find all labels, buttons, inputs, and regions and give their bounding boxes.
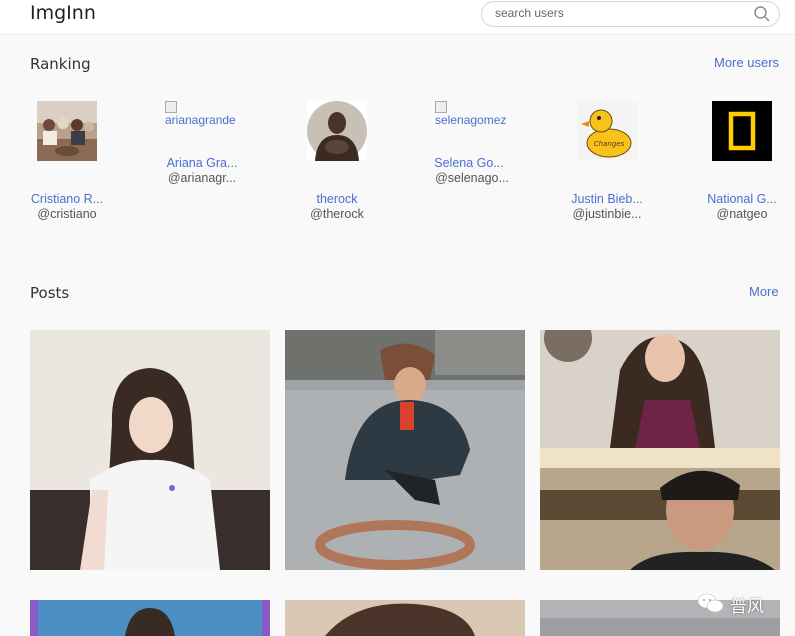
avatar-alt-text: selenagomez	[435, 113, 507, 127]
broken-image-icon	[435, 101, 447, 113]
avatar-natgeo[interactable]	[712, 101, 772, 161]
avatar-ariana-broken[interactable]: arianagrande	[165, 101, 241, 131]
post-thumbnail[interactable]	[285, 600, 525, 636]
broken-image-icon	[165, 101, 177, 113]
search-icon[interactable]	[753, 5, 771, 23]
user-handle-selena: @selenago...	[435, 171, 509, 185]
user-name-cristiano[interactable]: Cristiano R...	[7, 192, 127, 206]
avatar-cristiano[interactable]	[37, 101, 97, 161]
more-posts-link[interactable]: More	[749, 284, 779, 299]
search-input[interactable]	[495, 6, 745, 20]
top-header: ImgInn	[0, 0, 795, 35]
user-name-ariana[interactable]: Ariana Gra...	[142, 156, 262, 170]
site-logo[interactable]: ImgInn	[30, 2, 96, 24]
user-handle-cristiano: @cristiano	[37, 207, 97, 221]
user-name-natgeo[interactable]: National G...	[682, 192, 795, 206]
post-thumbnail[interactable]	[540, 330, 780, 570]
user-handle-justinbieber: @justinbie...	[572, 207, 642, 221]
posts-title: Posts	[30, 284, 70, 302]
user-handle-therock: @therock	[310, 207, 364, 221]
user-name-selena[interactable]: Selena Go...	[409, 156, 529, 170]
post-thumbnail[interactable]	[285, 330, 525, 570]
avatar-therock[interactable]	[307, 101, 367, 161]
ranking-title: Ranking	[30, 55, 91, 73]
post-thumbnail[interactable]	[30, 600, 270, 636]
search-box[interactable]	[481, 1, 780, 27]
wechat-icon	[697, 593, 724, 613]
user-name-therock[interactable]: therock	[277, 192, 397, 206]
svg-text:Changes: Changes	[594, 140, 625, 148]
watermark: 普风	[696, 592, 786, 617]
watermark-text: 普风	[730, 597, 764, 617]
user-handle-natgeo: @natgeo	[716, 207, 768, 221]
avatar-alt-text: arianagrande	[165, 113, 236, 127]
more-users-link[interactable]: More users	[714, 55, 779, 70]
avatar-justinbieber[interactable]: Changes	[577, 101, 637, 161]
avatar-selena-broken[interactable]: selenagomez	[435, 101, 511, 131]
user-handle-ariana: @arianagr...	[167, 171, 237, 185]
post-thumbnail[interactable]	[30, 330, 270, 570]
user-name-justinbieber[interactable]: Justin Bieb...	[547, 192, 667, 206]
